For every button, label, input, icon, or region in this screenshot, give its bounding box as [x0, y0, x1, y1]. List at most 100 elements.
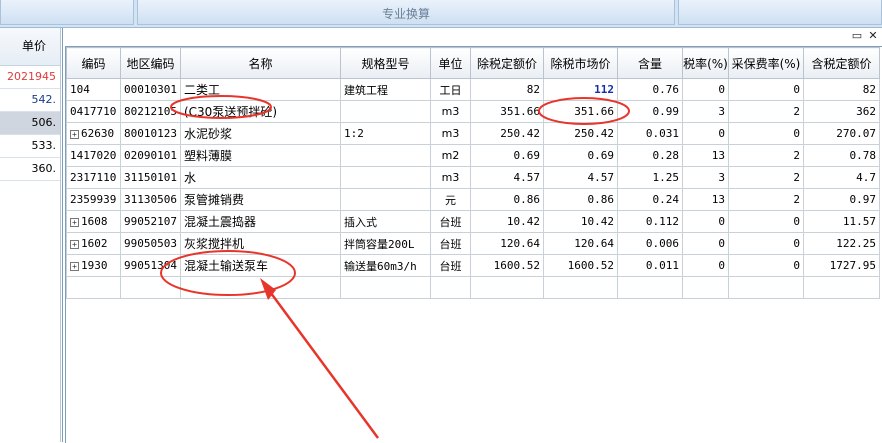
taxed-price-cell[interactable]: 11.57: [802, 210, 880, 233]
market-price-cell[interactable]: 351.66: [542, 100, 618, 123]
column-header[interactable]: 含税定额价: [802, 47, 880, 79]
quantity-cell[interactable]: 1.25: [616, 166, 683, 189]
tax-rate-cell[interactable]: 3: [681, 100, 729, 123]
base-price-cell[interactable]: 1600.52: [469, 254, 544, 277]
region-code-cell[interactable]: 31130506: [120, 188, 181, 211]
fee-rate-cell[interactable]: 2: [727, 100, 804, 123]
quantity-cell[interactable]: 0.112: [616, 210, 683, 233]
tab-specialty-conversion[interactable]: 专业换算: [137, 0, 675, 25]
column-header[interactable]: 规格型号: [339, 47, 431, 79]
empty-cell[interactable]: [616, 276, 683, 299]
code-cell[interactable]: 1417020: [66, 144, 121, 167]
table-row[interactable]: +62630 80010123 水泥砂浆 1:2 m3 250.42 250.42 0.031…: [66, 122, 880, 145]
unit-cell[interactable]: m3: [429, 122, 471, 145]
taxed-price-cell[interactable]: 1727.95: [802, 254, 880, 277]
fee-rate-cell[interactable]: 0: [727, 232, 804, 255]
table-row[interactable]: +1930 99051304 混凝土输送泵车 输送量60m3/h 台班 1600.52 16…: [66, 254, 880, 277]
region-code-cell[interactable]: 99051304: [120, 254, 181, 277]
quantity-cell[interactable]: 0.011: [616, 254, 683, 277]
code-cell[interactable]: 2359939: [66, 188, 121, 211]
empty-cell[interactable]: [681, 276, 729, 299]
quantity-cell[interactable]: 0.031: [616, 122, 683, 145]
unit-price-cell[interactable]: 533.: [0, 135, 60, 158]
code-cell[interactable]: +1608: [66, 210, 121, 233]
tax-rate-cell[interactable]: 0: [681, 254, 729, 277]
market-price-cell[interactable]: 250.42: [542, 122, 618, 145]
market-price-cell[interactable]: 0.86: [542, 188, 618, 211]
name-cell[interactable]: 水泥砂浆: [179, 122, 341, 145]
column-header[interactable]: 税率(%): [681, 47, 729, 79]
region-code-cell[interactable]: 02090101: [120, 144, 181, 167]
fee-rate-cell[interactable]: 2: [727, 166, 804, 189]
name-cell[interactable]: 二类工: [179, 78, 341, 101]
name-cell[interactable]: 水: [179, 166, 341, 189]
region-code-cell[interactable]: 99052107: [120, 210, 181, 233]
fee-rate-cell[interactable]: 0: [727, 254, 804, 277]
quantity-cell[interactable]: 0.28: [616, 144, 683, 167]
code-cell[interactable]: 2317110: [66, 166, 121, 189]
region-code-cell[interactable]: 31150101: [120, 166, 181, 189]
unit-cell[interactable]: 台班: [429, 210, 471, 233]
empty-cell[interactable]: [179, 276, 341, 299]
expand-icon[interactable]: +: [70, 129, 79, 139]
expand-icon[interactable]: +: [70, 239, 79, 249]
unit-cell[interactable]: m2: [429, 144, 471, 167]
region-code-cell[interactable]: 80010123: [120, 122, 181, 145]
unit-cell[interactable]: 台班: [429, 232, 471, 255]
tax-rate-cell[interactable]: 0: [681, 232, 729, 255]
region-code-cell[interactable]: 80212105: [120, 100, 181, 123]
name-cell[interactable]: 灰浆搅拌机: [179, 232, 341, 255]
base-price-cell[interactable]: 351.66: [469, 100, 544, 123]
spec-cell[interactable]: 建筑工程: [339, 78, 431, 101]
spec-cell[interactable]: 拌筒容量200L: [339, 232, 431, 255]
unit-cell[interactable]: m3: [429, 166, 471, 189]
base-price-cell[interactable]: 0.69: [469, 144, 544, 167]
empty-cell[interactable]: [727, 276, 804, 299]
table-row[interactable]: +1608 99052107 混凝土震捣器 插入式 台班 10.42 10.42 0.112 0…: [66, 210, 880, 233]
unit-cell[interactable]: 元: [429, 188, 471, 211]
spec-cell[interactable]: 1:2: [339, 122, 431, 145]
taxed-price-cell[interactable]: 4.7: [802, 166, 880, 189]
close-icon[interactable]: ✕: [867, 30, 879, 42]
quantity-cell[interactable]: 0.76: [616, 78, 683, 101]
name-cell[interactable]: 塑料薄膜: [179, 144, 341, 167]
column-header[interactable]: 含量: [616, 47, 683, 79]
fee-rate-cell[interactable]: 2: [727, 144, 804, 167]
column-header[interactable]: 除税市场价: [542, 47, 618, 79]
tax-rate-cell[interactable]: 0: [681, 210, 729, 233]
market-price-cell[interactable]: 10.42: [542, 210, 618, 233]
table-row[interactable]: 104 00010301 二类工 建筑工程 工日 82 112 0.76 0 0 82: [66, 78, 880, 101]
column-header[interactable]: 单位: [429, 47, 471, 79]
code-cell[interactable]: +1930: [66, 254, 121, 277]
expand-icon[interactable]: +: [70, 217, 79, 227]
fee-rate-cell[interactable]: 0: [727, 122, 804, 145]
tax-rate-cell[interactable]: 0: [681, 122, 729, 145]
unit-price-cell[interactable]: 542.: [0, 89, 60, 112]
market-price-cell[interactable]: 1600.52: [542, 254, 618, 277]
taxed-price-cell[interactable]: 270.07: [802, 122, 880, 145]
taxed-price-cell[interactable]: 0.78: [802, 144, 880, 167]
tab-left[interactable]: [0, 0, 134, 25]
code-cell[interactable]: +1602: [66, 232, 121, 255]
base-price-cell[interactable]: 0.86: [469, 188, 544, 211]
empty-cell[interactable]: [66, 276, 121, 299]
market-price-cell[interactable]: 112: [542, 78, 618, 101]
table-row[interactable]: +1602 99050503 灰浆搅拌机 拌筒容量200L 台班 120.64 120.64…: [66, 232, 880, 255]
unit-price-cell[interactable]: 506.: [0, 112, 60, 135]
spec-cell[interactable]: 插入式: [339, 210, 431, 233]
empty-cell[interactable]: [339, 276, 431, 299]
table-row[interactable]: 2359939 31130506 泵管摊销费 元 0.86 0.86 0.24 13 2 0.97: [66, 188, 880, 211]
region-code-cell[interactable]: 00010301: [120, 78, 181, 101]
empty-row[interactable]: [66, 276, 880, 299]
quantity-cell[interactable]: 0.006: [616, 232, 683, 255]
unit-cell[interactable]: m3: [429, 100, 471, 123]
restore-icon[interactable]: ▭: [851, 30, 863, 42]
column-header[interactable]: 编码: [66, 47, 121, 79]
spec-cell[interactable]: 输送量60m3/h: [339, 254, 431, 277]
unit-cell[interactable]: 台班: [429, 254, 471, 277]
taxed-price-cell[interactable]: 0.97: [802, 188, 880, 211]
name-cell[interactable]: 混凝土震捣器: [179, 210, 341, 233]
quantity-cell[interactable]: 0.99: [616, 100, 683, 123]
name-cell[interactable]: 泵管摊销费: [179, 188, 341, 211]
spec-cell[interactable]: [339, 144, 431, 167]
